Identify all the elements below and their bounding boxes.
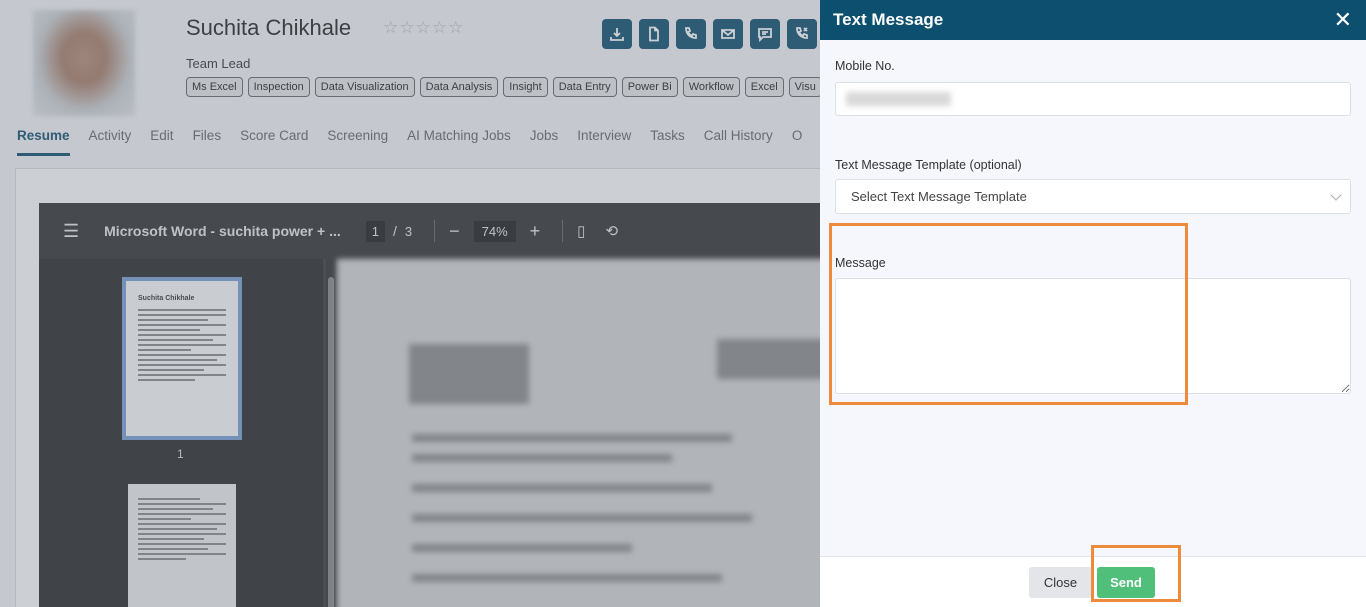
chevron-down-icon xyxy=(1330,189,1342,201)
message-textarea[interactable] xyxy=(835,278,1351,394)
text-message-panel: Text Message ✕ Mobile No. Text Message T… xyxy=(820,0,1366,607)
mobile-number-input[interactable] xyxy=(835,82,1351,116)
redacted-number xyxy=(846,92,951,106)
mobile-label: Mobile No. xyxy=(835,59,895,73)
panel-footer: Close Send xyxy=(820,556,1366,607)
send-button[interactable]: Send xyxy=(1097,567,1155,598)
template-select-value: Select Text Message Template xyxy=(851,189,1027,204)
message-label: Message xyxy=(835,256,886,270)
modal-backdrop[interactable] xyxy=(0,0,820,607)
close-icon[interactable]: ✕ xyxy=(1334,9,1352,31)
template-select[interactable]: Select Text Message Template xyxy=(835,179,1351,214)
panel-title: Text Message xyxy=(833,10,944,29)
close-button[interactable]: Close xyxy=(1029,567,1092,598)
panel-header: Text Message ✕ xyxy=(820,0,1366,40)
template-label: Text Message Template (optional) xyxy=(835,158,1022,172)
